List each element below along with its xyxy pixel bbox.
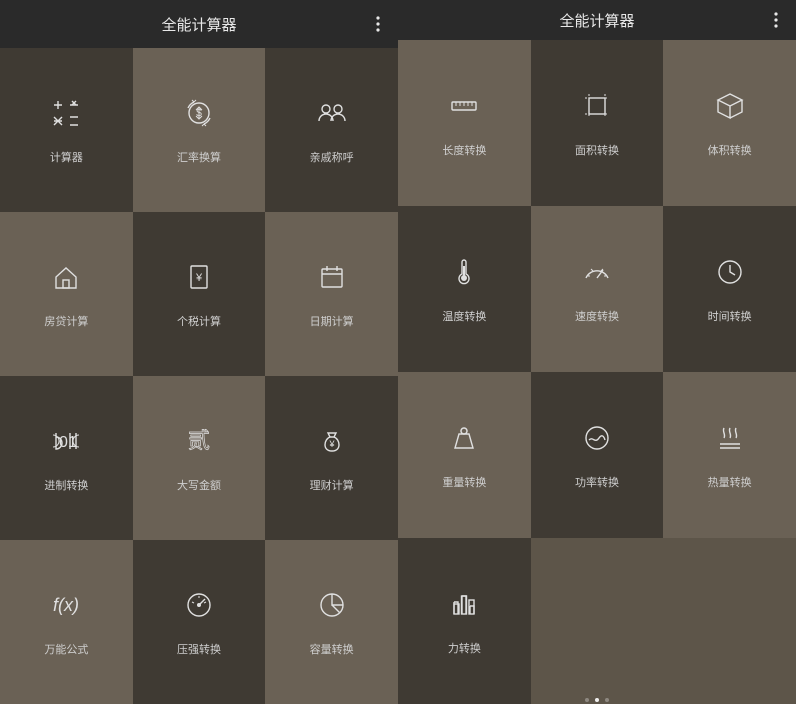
power-icon [579,420,615,456]
speed-icon [579,254,615,290]
exchange-icon [181,95,217,131]
right-overflow-menu-button[interactable] [764,8,788,32]
bars-icon [446,586,482,622]
tile-finance[interactable]: 理财计算 [265,376,398,540]
tile-heat[interactable]: 热量转换 [663,372,796,538]
cube-icon [712,88,748,124]
tile-capacity[interactable]: 容量转换 [265,540,398,704]
right-header: 全能计算器 [398,0,796,40]
tile-relatives[interactable]: 亲戚称呼 [265,48,398,212]
tile-label: 万能公式 [44,641,88,657]
left-panel: 全能计算器 计算器 汇率换算 亲戚称呼房贷计算 个税计算 日期计算进制转换 大写金额 理财计… [0,0,398,704]
page-dot [605,698,609,702]
fx-icon [48,587,84,623]
tile-upper-amount[interactable]: 大写金额 [133,376,266,540]
page-dot [585,698,589,702]
radix-icon [48,423,84,459]
tile-label: 计算器 [50,149,83,165]
tile-label: 日期计算 [310,313,354,329]
area-icon [579,88,615,124]
vertical-dots-icon [376,16,380,32]
left-header: 全能计算器 [0,0,398,48]
right-tool-grid: 长度转换 面积转换 体积转换温度转换 速度转换 时间转换重量转换 功率转换 热量转换力转换 [398,40,796,704]
left-title: 全能计算器 [161,14,236,35]
tile-length[interactable]: 长度转换 [398,40,531,206]
house-icon [48,259,84,295]
tile-label: 长度转换 [442,142,486,158]
tile-label: 速度转换 [575,308,619,324]
page-indicator [585,698,609,702]
receipt-icon [181,259,217,295]
tile-label: 时间转换 [708,308,752,324]
ruler-icon [446,88,482,124]
tile-label: 理财计算 [310,477,354,493]
tile-radix[interactable]: 进制转换 [0,376,133,540]
heat-icon [712,420,748,456]
tile-label: 大写金额 [177,477,221,493]
tile-speed[interactable]: 速度转换 [531,206,664,372]
tile-label: 温度转换 [442,308,486,324]
gauge-icon [181,587,217,623]
tile-mortgage[interactable]: 房贷计算 [0,212,133,376]
tile-area[interactable]: 面积转换 [531,40,664,206]
tile-label: 重量转换 [442,474,486,490]
left-tool-grid: 计算器 汇率换算 亲戚称呼房贷计算 个税计算 日期计算进制转换 大写金额 理财计算万能公式 压… [0,48,398,704]
tile-time[interactable]: 时间转换 [663,206,796,372]
tile-label: 亲戚称呼 [310,149,354,165]
tile-force[interactable]: 力转换 [398,538,531,704]
tile-label: 面积转换 [575,142,619,158]
thermo-icon [446,254,482,290]
left-overflow-menu-button[interactable] [366,12,390,36]
tile-label: 力转换 [448,640,481,656]
tile-label: 体积转换 [708,142,752,158]
tile-label: 进制转换 [44,477,88,493]
tile-label: 功率转换 [575,474,619,490]
page-dot-active [595,698,599,702]
tile-power[interactable]: 功率转换 [531,372,664,538]
tile-volume[interactable]: 体积转换 [663,40,796,206]
calc-icon [48,95,84,131]
tile-label: 压强转换 [177,641,221,657]
relatives-icon [314,95,350,131]
clock-icon [712,254,748,290]
tile-label: 汇率换算 [177,149,221,165]
right-title: 全能计算器 [559,10,634,31]
tile-exchange[interactable]: 汇率换算 [133,48,266,212]
tile-weight[interactable]: 重量转换 [398,372,531,538]
tile-date[interactable]: 日期计算 [265,212,398,376]
tile-tax[interactable]: 个税计算 [133,212,266,376]
pie-icon [314,587,350,623]
tile-label: 热量转换 [708,474,752,490]
tile-pressure[interactable]: 压强转换 [133,540,266,704]
tile-temp[interactable]: 温度转换 [398,206,531,372]
calendar-icon [314,259,350,295]
vertical-dots-icon [774,12,778,28]
tile-calculator[interactable]: 计算器 [0,48,133,212]
hanzi-icon [181,423,217,459]
right-panel: 全能计算器 长度转换 面积转换 体积转换温度转换 速度转换 时间转换重量转换 功率转换 热量… [398,0,796,704]
tile-formula[interactable]: 万能公式 [0,540,133,704]
tile-label: 个税计算 [177,313,221,329]
weight-icon [446,420,482,456]
moneybag-icon [314,423,350,459]
tile-label: 容量转换 [310,641,354,657]
tile-label: 房贷计算 [44,313,88,329]
